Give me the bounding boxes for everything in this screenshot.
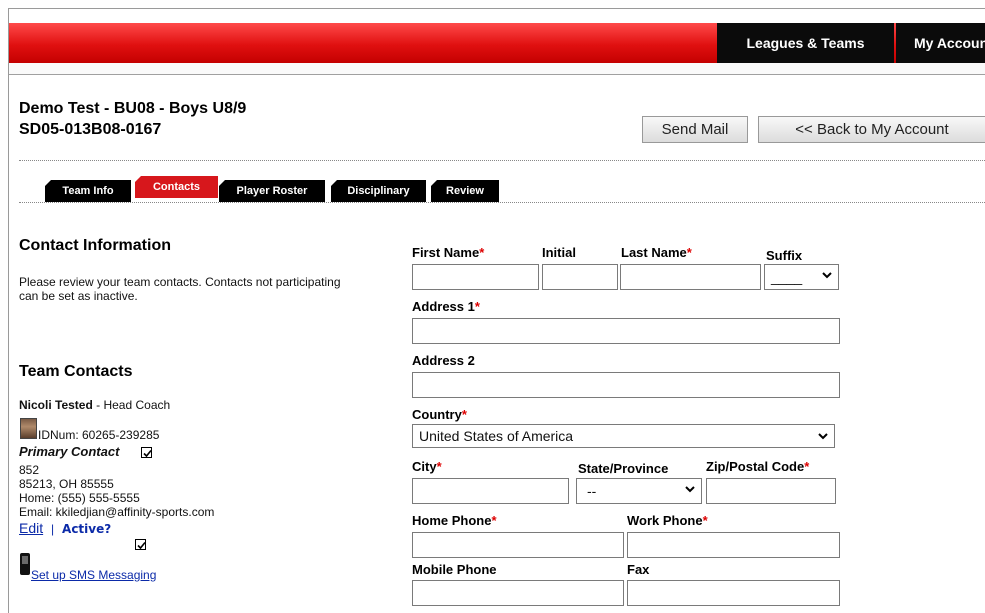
send-mail-button[interactable]: Send Mail	[642, 116, 748, 143]
required-marker: *	[461, 407, 467, 422]
team-title: Demo Test - BU08 - Boys U8/9	[19, 100, 247, 117]
contact-idnum: IDNum: 60265-239285	[38, 428, 160, 442]
state-value: --	[587, 483, 597, 499]
sms-setup-link[interactable]: Set up SMS Messaging	[31, 568, 156, 582]
country-value: United States of America	[419, 428, 574, 444]
address2-input[interactable]	[412, 372, 840, 398]
city-label: City*	[412, 459, 442, 474]
checkmark-icon	[137, 541, 146, 550]
actions-separator: |	[51, 522, 55, 536]
first-name-input[interactable]	[412, 264, 539, 290]
nav-my-account[interactable]: My Account	[896, 23, 985, 63]
city-input[interactable]	[412, 478, 569, 504]
active-label: Active?	[62, 522, 112, 536]
state-label: State/Province	[578, 461, 669, 476]
tab-player-roster[interactable]: Player Roster	[219, 180, 325, 202]
nav-leagues-teams[interactable]: Leagues & Teams	[717, 23, 894, 63]
primary-contact-checkbox[interactable]	[141, 447, 152, 458]
state-select[interactable]: --	[576, 478, 702, 504]
required-marker: *	[436, 459, 442, 474]
primary-contact-label: Primary Contact	[19, 444, 120, 459]
chevron-down-icon	[685, 486, 695, 493]
tab-team-info[interactable]: Team Info	[45, 180, 131, 202]
chevron-down-icon	[818, 433, 828, 440]
address1-input[interactable]	[412, 318, 840, 344]
address1-label: Address 1*	[412, 299, 480, 314]
required-marker: *	[804, 459, 810, 474]
team-contacts-heading: Team Contacts	[19, 363, 133, 380]
title-divider	[19, 160, 985, 161]
contact-address-line1: 852	[19, 463, 40, 477]
address1-label-text: Address 1	[412, 299, 475, 314]
home-phone-input[interactable]	[412, 532, 624, 558]
last-name-label-text: Last Name	[621, 245, 687, 260]
edit-link[interactable]: Edit	[19, 520, 43, 536]
active-checkbox[interactable]	[135, 539, 146, 550]
work-phone-input[interactable]	[627, 532, 840, 558]
last-name-input[interactable]	[620, 264, 761, 290]
home-phone-label: Home Phone*	[412, 513, 497, 528]
fax-label: Fax	[627, 562, 650, 577]
required-marker: *	[702, 513, 708, 528]
contact-information-description: Please review your team contacts. Contac…	[19, 275, 341, 303]
content-top-strip	[9, 63, 985, 75]
tab-review[interactable]: Review	[431, 180, 499, 202]
chevron-down-icon	[822, 272, 832, 279]
initial-label: Initial	[542, 245, 576, 260]
contact-email: Email: kkiledjian@affinity-sports.com	[19, 505, 215, 519]
suffix-select[interactable]: ____	[764, 264, 839, 290]
required-marker: *	[491, 513, 497, 528]
contact-name: Nicoli Tested	[19, 398, 93, 412]
avatar	[20, 418, 37, 439]
contact-address-line2: 85213, OH 85555	[19, 477, 114, 491]
zip-input[interactable]	[706, 478, 836, 504]
tab-contacts[interactable]: Contacts	[135, 176, 218, 198]
suffix-value: ____	[771, 269, 803, 285]
tab-label: Team Info	[62, 185, 114, 197]
work-phone-label-text: Work Phone	[627, 513, 703, 528]
checkmark-icon	[143, 449, 152, 458]
contact-role: - Head Coach	[92, 398, 171, 412]
team-code: SD05-013B08-0167	[19, 121, 162, 138]
required-marker: *	[686, 245, 692, 260]
country-label: Country*	[412, 407, 467, 422]
suffix-label: Suffix	[766, 248, 803, 263]
country-label-text: Country	[412, 407, 462, 422]
first-name-label-text: First Name	[412, 245, 480, 260]
back-to-account-button[interactable]: << Back to My Account	[758, 116, 985, 143]
contact-name-line: Nicoli Tested - Head Coach	[19, 398, 170, 412]
mobile-phone-icon	[20, 553, 30, 575]
contact-actions: Edit | Active?	[19, 521, 111, 536]
mobile-phone-label: Mobile Phone	[412, 562, 497, 577]
tabs-divider	[19, 202, 985, 203]
country-select[interactable]: United States of America	[412, 424, 835, 448]
zip-label: Zip/Postal Code*	[706, 459, 809, 474]
mobile-phone-input[interactable]	[412, 580, 624, 606]
required-marker: *	[479, 245, 485, 260]
tab-label: Disciplinary	[347, 185, 410, 197]
fax-input[interactable]	[627, 580, 840, 606]
required-marker: *	[474, 299, 480, 314]
tab-disciplinary[interactable]: Disciplinary	[331, 180, 426, 202]
contact-information-heading: Contact Information	[19, 237, 171, 254]
first-name-label: First Name*	[412, 245, 484, 260]
initial-input[interactable]	[542, 264, 618, 290]
tab-label: Review	[446, 185, 484, 197]
contact-home-phone: Home: (555) 555-5555	[19, 491, 140, 505]
tab-label: Player Roster	[236, 185, 308, 197]
city-label-text: City	[412, 459, 437, 474]
home-phone-label-text: Home Phone	[412, 513, 492, 528]
sms-setup: Set up SMS Messaging	[31, 568, 156, 582]
address2-label: Address 2	[412, 353, 475, 368]
work-phone-label: Work Phone*	[627, 513, 708, 528]
tab-label: Contacts	[152, 181, 201, 193]
last-name-label: Last Name*	[621, 245, 692, 260]
zip-label-text: Zip/Postal Code	[706, 459, 805, 474]
